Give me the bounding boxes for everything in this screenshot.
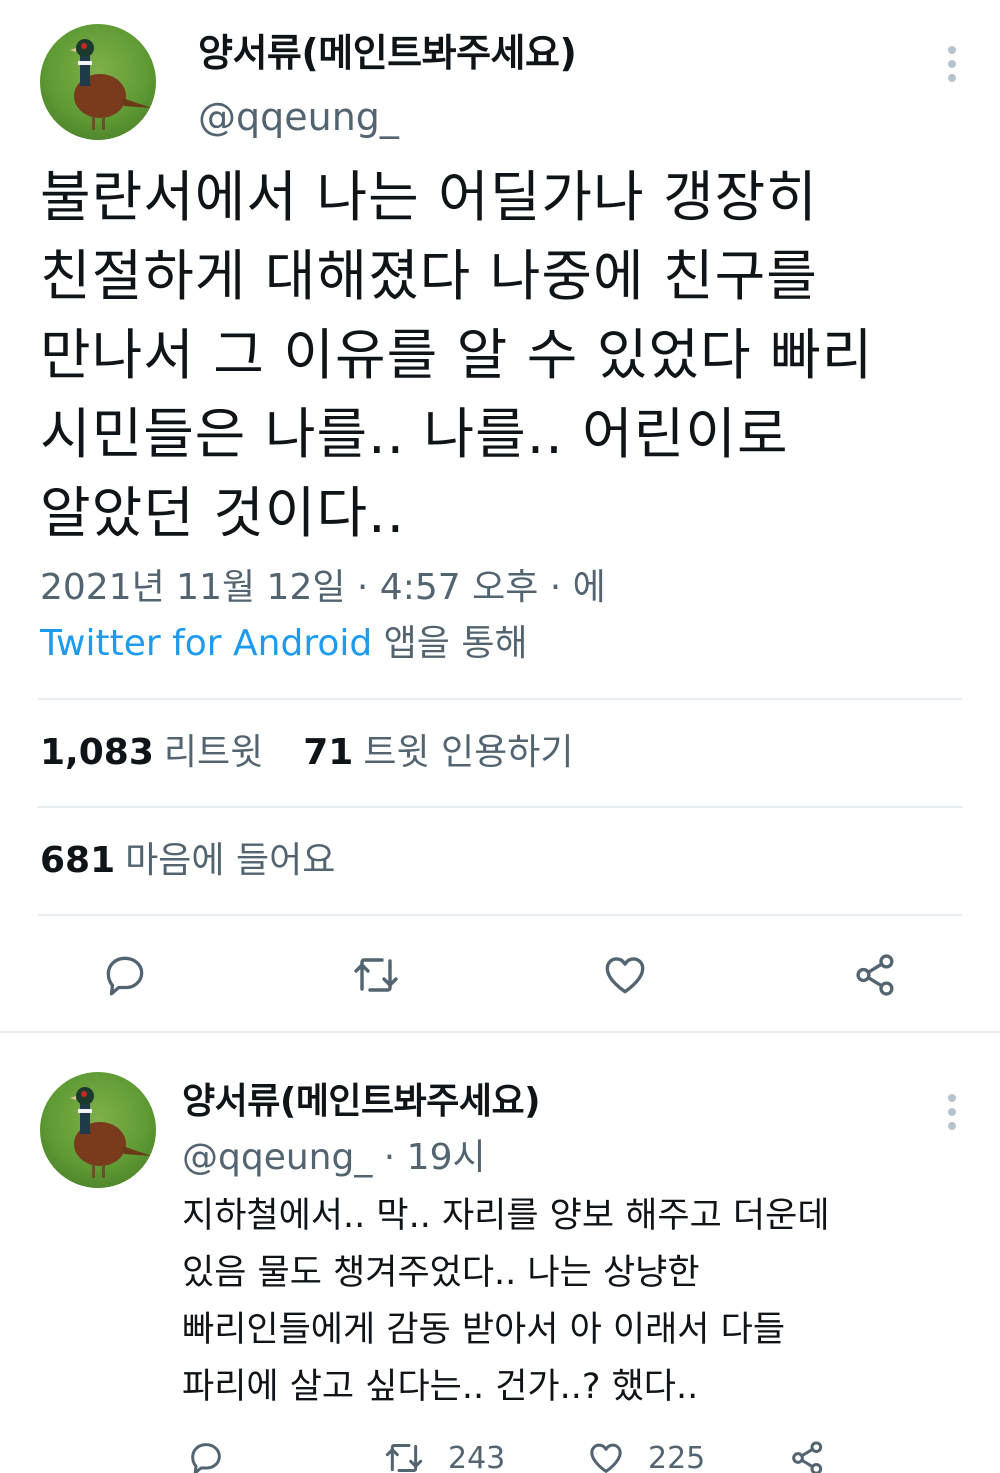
more-vertical-icon[interactable] (942, 1094, 962, 1134)
reply-action-bar: 243 225 (0, 1436, 1000, 1473)
tweet-meta: 2021년 11월 12일 · 4:57 오후 · 에 Twitter for … (40, 560, 960, 672)
reply-handle-row: @qqeung_ · 19시 (182, 1134, 486, 1182)
retweet-count: 243 (448, 1440, 506, 1473)
avatar[interactable] (40, 24, 156, 140)
divider (38, 698, 962, 700)
display-name[interactable]: 양서류(메인트봐주세요) (198, 28, 577, 78)
user-handle[interactable]: @qqeung_ (198, 92, 399, 142)
tweet-time[interactable]: · 19시 (372, 1137, 486, 1178)
heart-icon (605, 957, 645, 994)
tweet-text: 불란서에서 나는 어딜가나 갱장히 친절하게 대해졌다 나중에 친구를 만나서 … (40, 165, 874, 545)
reply-button[interactable] (186, 1438, 248, 1473)
divider (0, 1031, 1000, 1033)
tweet-text: 지하철에서.. 막.. 자리를 양보 해주고 더운데 있음 물도 챙겨주었다..… (182, 1196, 830, 1407)
reply-icon (191, 1443, 221, 1473)
tweet-source-suffix: 앱을 통해 (372, 623, 528, 664)
retweet-button[interactable]: 243 (382, 1438, 505, 1473)
tweet-source-link[interactable]: Twitter for Android (40, 623, 372, 664)
share-icon (856, 954, 894, 996)
tweet-timestamp[interactable]: 2021년 11월 12일 · 4:57 오후 · 에 (40, 560, 960, 616)
divider (38, 806, 962, 808)
retweet-icon (354, 958, 398, 992)
retweet-icon (385, 1444, 423, 1472)
avatar[interactable] (40, 1072, 156, 1188)
reply-icon (106, 956, 144, 996)
like-button[interactable] (600, 950, 650, 1000)
reply-button[interactable] (100, 950, 150, 1000)
heart-icon (590, 1443, 622, 1473)
retweets-label: 리트윗 (163, 732, 264, 773)
share-icon (792, 1441, 823, 1473)
share-button[interactable] (850, 950, 902, 1000)
quotes-count: 71 (303, 732, 354, 773)
retweets-count: 1,083 (40, 732, 154, 773)
more-vertical-icon[interactable] (942, 46, 962, 86)
likes-label: 마음에 들어요 (125, 840, 336, 881)
retweet-button[interactable] (350, 950, 402, 1000)
retweets-stat[interactable]: 1,083 리트윗 (40, 732, 263, 773)
quotes-label: 트윗 인용하기 (363, 732, 574, 773)
divider (38, 914, 962, 916)
quotes-stat[interactable]: 71 트윗 인용하기 (303, 732, 573, 773)
engagement-stats: 1,083 리트윗 71 트윗 인용하기 (40, 728, 574, 778)
pheasant-avatar-icon (70, 1087, 152, 1178)
like-count: 225 (648, 1440, 706, 1473)
user-handle[interactable]: @qqeung_ (182, 1137, 372, 1178)
like-button[interactable]: 225 (586, 1438, 705, 1473)
pheasant-avatar-icon (70, 39, 152, 130)
likes-count: 681 (40, 840, 116, 881)
share-button[interactable] (788, 1438, 850, 1473)
display-name[interactable]: 양서류(메인트봐주세요) (182, 1078, 541, 1126)
likes-stat[interactable]: 681 마음에 들어요 (40, 836, 335, 886)
